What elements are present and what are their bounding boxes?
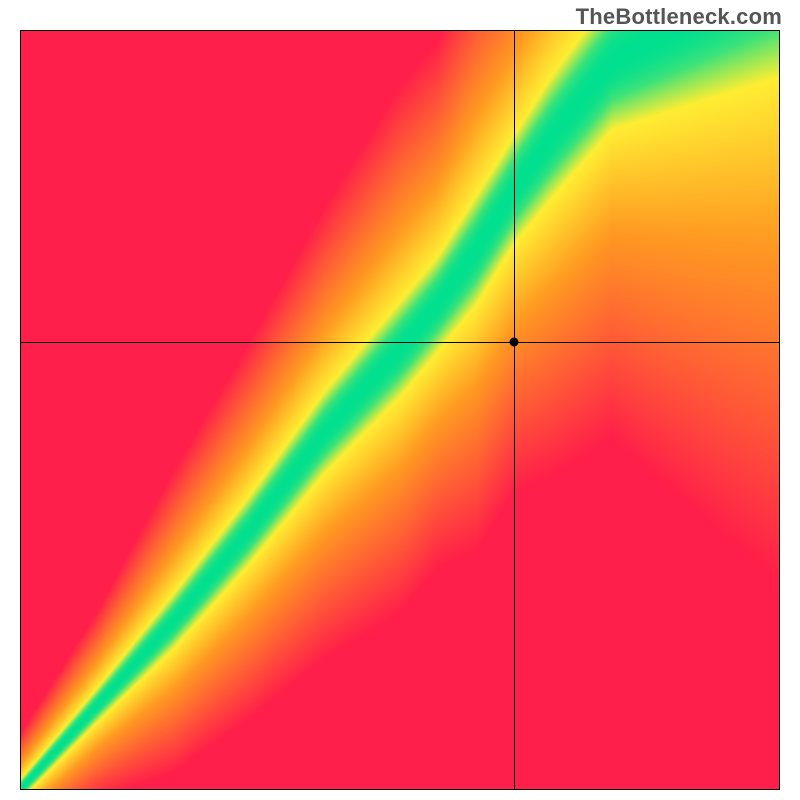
watermark-text: TheBottleneck.com — [576, 4, 782, 30]
plot-area — [20, 30, 780, 790]
chart-container: TheBottleneck.com — [0, 0, 800, 800]
heatmap-canvas — [21, 31, 779, 789]
